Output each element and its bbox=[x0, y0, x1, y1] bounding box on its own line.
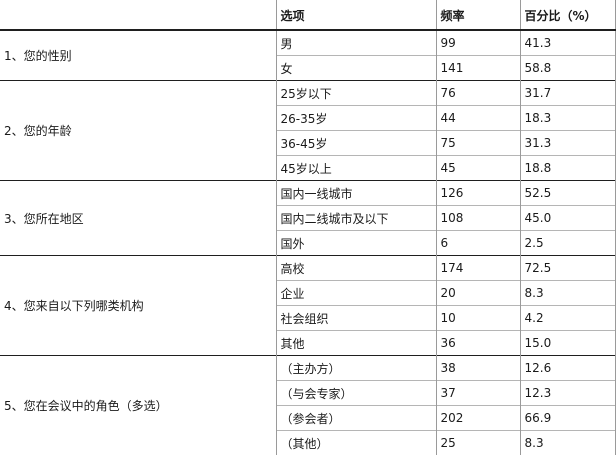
percent-cell: 2.5 bbox=[520, 231, 615, 256]
option-cell: 36-45岁 bbox=[276, 131, 436, 156]
percent-cell: 18.8 bbox=[520, 156, 615, 181]
option-cell: 25岁以下 bbox=[276, 81, 436, 106]
question-cell: 4、您来自以下列哪类机构 bbox=[0, 256, 276, 356]
percent-cell: 15.0 bbox=[520, 331, 615, 356]
option-cell: 国内二线城市及以下 bbox=[276, 206, 436, 231]
percent-cell: 31.3 bbox=[520, 131, 615, 156]
survey-results-table: 选项 频率 百分比（%） 1、您的性别 男 99 41.3 女 141 58.8… bbox=[0, 0, 616, 455]
option-cell: （参会者） bbox=[276, 406, 436, 431]
percent-cell: 18.3 bbox=[520, 106, 615, 131]
percent-cell: 12.6 bbox=[520, 356, 615, 381]
option-cell: （与会专家） bbox=[276, 381, 436, 406]
table-row: 2、您的年龄 25岁以下 76 31.7 bbox=[0, 81, 615, 106]
percent-cell: 8.3 bbox=[520, 431, 615, 455]
frequency-cell: 99 bbox=[436, 30, 520, 56]
percent-cell: 66.9 bbox=[520, 406, 615, 431]
percent-cell: 58.8 bbox=[520, 56, 615, 81]
question-cell: 3、您所在地区 bbox=[0, 181, 276, 256]
option-cell: 国内一线城市 bbox=[276, 181, 436, 206]
percent-cell: 45.0 bbox=[520, 206, 615, 231]
frequency-cell: 44 bbox=[436, 106, 520, 131]
percent-cell: 12.3 bbox=[520, 381, 615, 406]
option-cell: 其他 bbox=[276, 331, 436, 356]
frequency-cell: 37 bbox=[436, 381, 520, 406]
frequency-cell: 45 bbox=[436, 156, 520, 181]
option-cell: 企业 bbox=[276, 281, 436, 306]
table-row: 3、您所在地区 国内一线城市 126 52.5 bbox=[0, 181, 615, 206]
frequency-cell: 36 bbox=[436, 331, 520, 356]
option-cell: （主办方） bbox=[276, 356, 436, 381]
frequency-cell: 108 bbox=[436, 206, 520, 231]
table-row: 4、您来自以下列哪类机构 高校 174 72.5 bbox=[0, 256, 615, 281]
option-cell: 社会组织 bbox=[276, 306, 436, 331]
frequency-cell: 20 bbox=[436, 281, 520, 306]
survey-sheet: 选项 频率 百分比（%） 1、您的性别 男 99 41.3 女 141 58.8… bbox=[0, 0, 616, 451]
frequency-cell: 10 bbox=[436, 306, 520, 331]
frequency-cell: 76 bbox=[436, 81, 520, 106]
frequency-cell: 141 bbox=[436, 56, 520, 81]
frequency-cell: 174 bbox=[436, 256, 520, 281]
percent-cell: 8.3 bbox=[520, 281, 615, 306]
option-cell: 高校 bbox=[276, 256, 436, 281]
header-percent: 百分比（%） bbox=[520, 0, 615, 30]
percent-cell: 31.7 bbox=[520, 81, 615, 106]
option-cell: 45岁以上 bbox=[276, 156, 436, 181]
header-question bbox=[0, 0, 276, 30]
option-cell: 女 bbox=[276, 56, 436, 81]
frequency-cell: 126 bbox=[436, 181, 520, 206]
option-cell: 国外 bbox=[276, 231, 436, 256]
header-option: 选项 bbox=[276, 0, 436, 30]
question-cell: 1、您的性别 bbox=[0, 30, 276, 81]
percent-cell: 52.5 bbox=[520, 181, 615, 206]
percent-cell: 72.5 bbox=[520, 256, 615, 281]
option-cell: 男 bbox=[276, 30, 436, 56]
header-frequency: 频率 bbox=[436, 0, 520, 30]
table-row: 5、您在会议中的角色（多选） （主办方） 38 12.6 bbox=[0, 356, 615, 381]
frequency-cell: 25 bbox=[436, 431, 520, 455]
percent-cell: 41.3 bbox=[520, 30, 615, 56]
frequency-cell: 202 bbox=[436, 406, 520, 431]
question-cell: 2、您的年龄 bbox=[0, 81, 276, 181]
frequency-cell: 38 bbox=[436, 356, 520, 381]
percent-cell: 4.2 bbox=[520, 306, 615, 331]
question-cell: 5、您在会议中的角色（多选） bbox=[0, 356, 276, 455]
frequency-cell: 75 bbox=[436, 131, 520, 156]
frequency-cell: 6 bbox=[436, 231, 520, 256]
option-cell: 26-35岁 bbox=[276, 106, 436, 131]
option-cell: （其他） bbox=[276, 431, 436, 455]
table-row: 1、您的性别 男 99 41.3 bbox=[0, 30, 615, 56]
table-header-row: 选项 频率 百分比（%） bbox=[0, 0, 615, 30]
